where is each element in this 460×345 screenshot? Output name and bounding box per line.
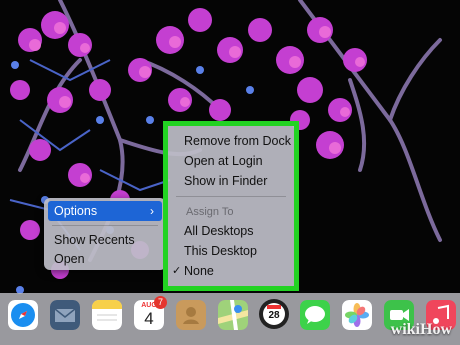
notes-icon bbox=[92, 300, 122, 330]
menu-separator bbox=[52, 225, 158, 226]
menu-item-remove-from-dock[interactable]: Remove from Dock bbox=[168, 131, 294, 151]
options-submenu: Remove from Dock Open at Login Show in F… bbox=[168, 126, 294, 286]
dock-app-notes[interactable] bbox=[92, 300, 122, 330]
dock-app-photos[interactable] bbox=[342, 300, 372, 330]
menu-item-options[interactable]: Options › bbox=[48, 201, 162, 221]
safari-icon bbox=[8, 300, 38, 330]
notification-badge: 7 bbox=[154, 296, 167, 309]
menu-item-show-recents-label: Show Recents bbox=[54, 233, 135, 247]
wikihow-watermark: wikiHow bbox=[390, 321, 452, 338]
photos-icon bbox=[342, 300, 372, 330]
assign-to-header: Assign To bbox=[186, 206, 234, 218]
menu-item-all-desktops[interactable]: All Desktops bbox=[168, 221, 294, 241]
menu-item-remove-from-dock-label: Remove from Dock bbox=[184, 134, 291, 148]
mail-icon bbox=[50, 300, 80, 330]
dock-app-contacts[interactable] bbox=[176, 300, 206, 330]
messages-icon bbox=[300, 300, 330, 330]
menu-item-open-at-login[interactable]: Open at Login bbox=[168, 151, 294, 171]
dock-app-messages[interactable] bbox=[300, 300, 330, 330]
dock-app-calendar-date[interactable]: 28 bbox=[258, 298, 290, 330]
menu-item-open-at-login-label: Open at Login bbox=[184, 154, 263, 168]
dock-app-maps[interactable] bbox=[218, 300, 248, 330]
menu-item-show-recents[interactable]: Show Recents bbox=[44, 230, 166, 250]
menu-item-all-desktops-label: All Desktops bbox=[184, 224, 254, 238]
calendar-date-day: 28 bbox=[268, 310, 280, 321]
dock-context-menu: Options › Show Recents Open bbox=[44, 198, 166, 270]
checkmark-icon: ✓ bbox=[172, 265, 182, 277]
menu-item-show-in-finder[interactable]: Show in Finder bbox=[168, 171, 294, 191]
dock-app-mail[interactable] bbox=[50, 300, 80, 330]
menu-item-open-label: Open bbox=[54, 252, 85, 266]
menu-item-options-label: Options bbox=[54, 204, 98, 218]
calendar-day: 4 bbox=[144, 309, 154, 328]
menu-item-show-in-finder-label: Show in Finder bbox=[184, 174, 268, 188]
menu-separator bbox=[176, 196, 286, 197]
menu-item-this-desktop[interactable]: This Desktop bbox=[168, 241, 294, 261]
menu-item-open[interactable]: Open bbox=[44, 249, 166, 269]
chevron-right-icon: › bbox=[150, 204, 154, 218]
maps-icon bbox=[218, 300, 248, 330]
dock-app-safari[interactable] bbox=[8, 300, 38, 330]
menu-item-this-desktop-label: This Desktop bbox=[184, 244, 257, 258]
menu-item-none-label: None bbox=[184, 264, 214, 278]
menu-item-none[interactable]: ✓ None bbox=[168, 261, 294, 281]
contacts-icon bbox=[176, 300, 206, 330]
